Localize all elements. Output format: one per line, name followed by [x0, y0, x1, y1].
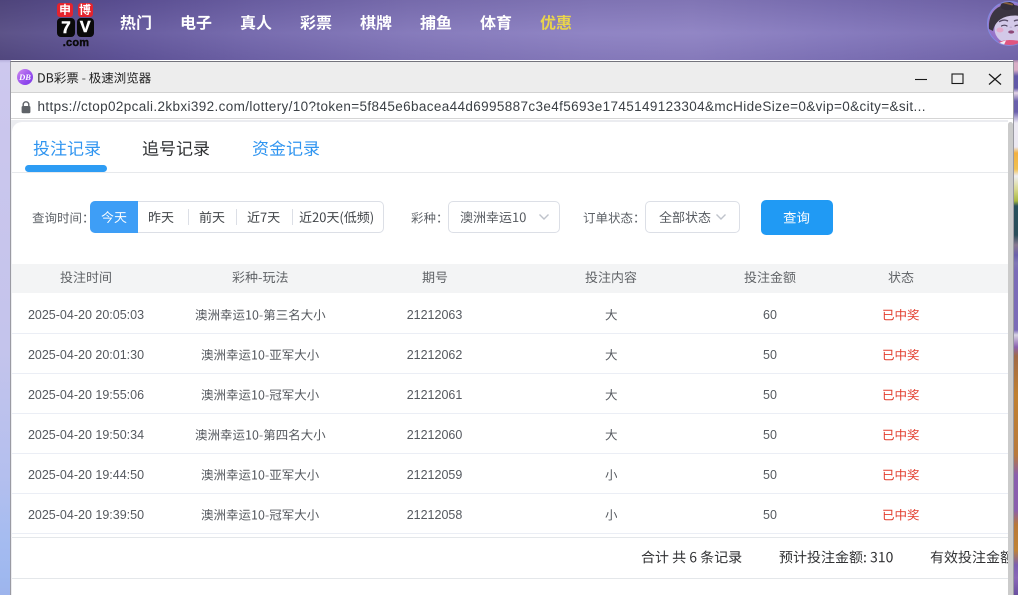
svg-text:DB: DB [18, 72, 31, 82]
